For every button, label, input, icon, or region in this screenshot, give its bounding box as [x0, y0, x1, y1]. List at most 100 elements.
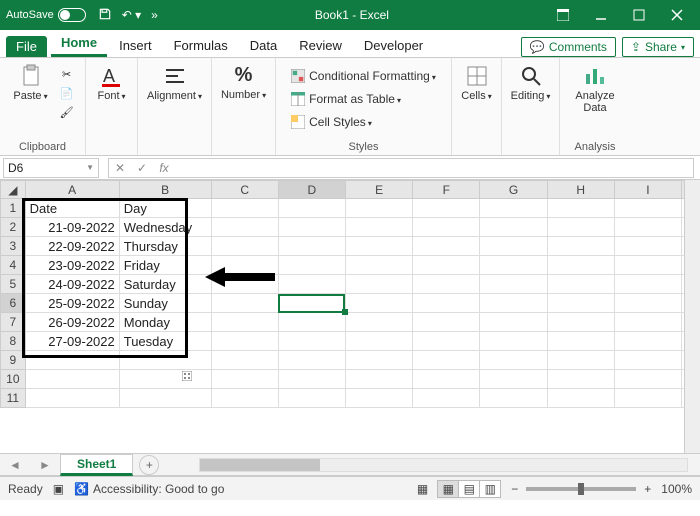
- tab-data[interactable]: Data: [240, 34, 287, 57]
- cell-E9[interactable]: [345, 351, 412, 370]
- cell-H3[interactable]: [547, 237, 614, 256]
- row-1[interactable]: 1: [1, 199, 26, 218]
- spreadsheet-grid[interactable]: ◢ A B C D E F G H I 1DateDay221-09-2022W…: [0, 180, 700, 454]
- cell-H11[interactable]: [547, 389, 614, 408]
- tab-developer[interactable]: Developer: [354, 34, 433, 57]
- cell-G3[interactable]: [480, 237, 547, 256]
- cell-E10[interactable]: [345, 370, 412, 389]
- cell-A3[interactable]: 22-09-2022: [25, 237, 119, 256]
- analyze-data-button[interactable]: Analyze Data: [568, 62, 622, 116]
- cell-F10[interactable]: [413, 370, 480, 389]
- cell-B7[interactable]: Monday: [119, 313, 211, 332]
- number-button[interactable]: % Number: [217, 62, 270, 103]
- zoom-out-icon[interactable]: −: [511, 482, 518, 496]
- cell-A8[interactable]: 27-09-2022: [25, 332, 119, 351]
- cell-C9[interactable]: [211, 351, 278, 370]
- cell-B5[interactable]: Saturday: [119, 275, 211, 294]
- tab-formulas[interactable]: Formulas: [164, 34, 238, 57]
- cell-E11[interactable]: [345, 389, 412, 408]
- col-E[interactable]: E: [345, 181, 412, 199]
- row-3[interactable]: 3: [1, 237, 26, 256]
- cell-D4[interactable]: [278, 256, 345, 275]
- cell-G2[interactable]: [480, 218, 547, 237]
- cell-D1[interactable]: [278, 199, 345, 218]
- cell-H10[interactable]: [547, 370, 614, 389]
- cell-G8[interactable]: [480, 332, 547, 351]
- autosave-toggle[interactable]: AutoSave: [6, 8, 86, 22]
- cell-B11[interactable]: [119, 389, 211, 408]
- format-as-table-button[interactable]: Format as Table: [291, 89, 401, 109]
- editing-button[interactable]: Editing: [507, 62, 555, 104]
- col-D[interactable]: D: [278, 181, 345, 199]
- more-icon[interactable]: »: [151, 8, 158, 22]
- cell-E6[interactable]: [345, 294, 412, 313]
- cell-G4[interactable]: [480, 256, 547, 275]
- maximize-icon[interactable]: [622, 3, 656, 27]
- tab-home[interactable]: Home: [51, 31, 107, 57]
- sheet-tab[interactable]: Sheet1: [60, 454, 133, 476]
- cell-I3[interactable]: [614, 237, 681, 256]
- cell-D8[interactable]: [278, 332, 345, 351]
- cell-A5[interactable]: 24-09-2022: [25, 275, 119, 294]
- macro-record-icon[interactable]: ▣: [53, 482, 64, 496]
- cell-I2[interactable]: [614, 218, 681, 237]
- row-6[interactable]: 6: [1, 294, 26, 313]
- cell-E4[interactable]: [345, 256, 412, 275]
- cell-A4[interactable]: 23-09-2022: [25, 256, 119, 275]
- cell-I7[interactable]: [614, 313, 681, 332]
- zoom-level[interactable]: 100%: [661, 482, 692, 496]
- cell-E1[interactable]: [345, 199, 412, 218]
- cell-F7[interactable]: [413, 313, 480, 332]
- cell-B8[interactable]: Tuesday: [119, 332, 211, 351]
- copy-icon[interactable]: 📄: [58, 85, 76, 101]
- cell-F1[interactable]: [413, 199, 480, 218]
- cell-A9[interactable]: [25, 351, 119, 370]
- cell-I11[interactable]: [614, 389, 681, 408]
- cell-I4[interactable]: [614, 256, 681, 275]
- cell-C11[interactable]: [211, 389, 278, 408]
- fx-icon[interactable]: fx: [153, 161, 175, 175]
- select-all-button[interactable]: ◢: [1, 181, 26, 199]
- zoom-in-icon[interactable]: +: [644, 482, 651, 496]
- cell-D5[interactable]: [278, 275, 345, 294]
- cell-H5[interactable]: [547, 275, 614, 294]
- row-7[interactable]: 7: [1, 313, 26, 332]
- cell-F5[interactable]: [413, 275, 480, 294]
- cell-D11[interactable]: [278, 389, 345, 408]
- cell-E2[interactable]: [345, 218, 412, 237]
- cell-C10[interactable]: [211, 370, 278, 389]
- enter-formula-icon[interactable]: ✓: [131, 161, 153, 175]
- comments-button[interactable]: 💬Comments: [521, 37, 616, 57]
- sheet-nav-next-icon[interactable]: ►: [39, 458, 51, 472]
- cell-G9[interactable]: [480, 351, 547, 370]
- cancel-formula-icon[interactable]: ✕: [109, 161, 131, 175]
- cell-styles-button[interactable]: Cell Styles: [291, 112, 372, 132]
- cell-F4[interactable]: [413, 256, 480, 275]
- cell-B6[interactable]: Sunday: [119, 294, 211, 313]
- alignment-button[interactable]: Alignment: [143, 62, 206, 104]
- font-button[interactable]: A Font: [93, 62, 129, 104]
- col-C[interactable]: C: [211, 181, 278, 199]
- cell-B9[interactable]: [119, 351, 211, 370]
- cell-C6[interactable]: [211, 294, 278, 313]
- cell-G7[interactable]: [480, 313, 547, 332]
- cell-H7[interactable]: [547, 313, 614, 332]
- name-box[interactable]: D6▼: [3, 158, 99, 178]
- cell-C2[interactable]: [211, 218, 278, 237]
- cell-B4[interactable]: Friday: [119, 256, 211, 275]
- sheet-nav-prev-icon[interactable]: ◄: [9, 458, 21, 472]
- cells-button[interactable]: Cells: [457, 62, 495, 104]
- cell-I5[interactable]: [614, 275, 681, 294]
- cut-icon[interactable]: ✂: [58, 66, 76, 82]
- horizontal-scrollbar[interactable]: [199, 458, 688, 472]
- cell-C3[interactable]: [211, 237, 278, 256]
- autofill-options-icon[interactable]: [182, 370, 192, 380]
- col-A[interactable]: A: [25, 181, 119, 199]
- tab-file[interactable]: File: [6, 36, 47, 57]
- close-icon[interactable]: [660, 3, 694, 27]
- row-4[interactable]: 4: [1, 256, 26, 275]
- cell-E8[interactable]: [345, 332, 412, 351]
- cell-D7[interactable]: [278, 313, 345, 332]
- zoom-slider[interactable]: [526, 487, 636, 491]
- cell-B3[interactable]: Thursday: [119, 237, 211, 256]
